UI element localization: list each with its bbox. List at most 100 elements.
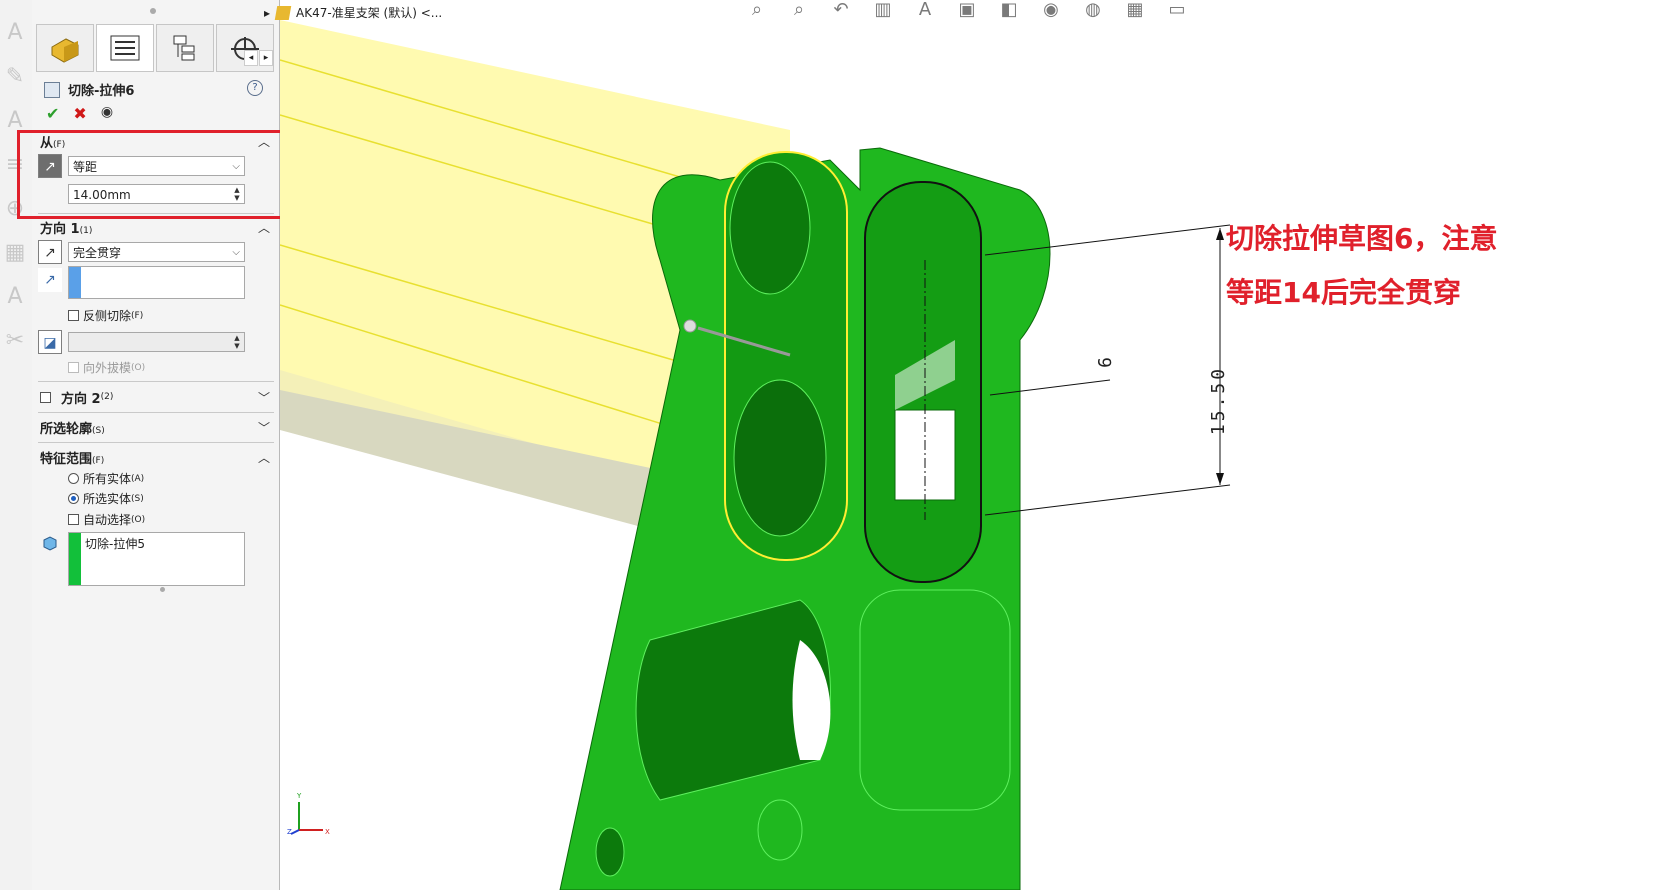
display-settings-icon[interactable]: ▭ [1160, 0, 1194, 22]
checkbox-box[interactable] [40, 391, 51, 403]
dimension-vertical[interactable]: 15.50 [1208, 366, 1229, 435]
cancel-icon[interactable]: ✖ [73, 104, 86, 123]
annotation-line-2: 等距14后完全贯穿 [1226, 276, 1461, 309]
tab-configuration-manager[interactable] [156, 24, 214, 72]
action-buttons: ✔ ✖ ◉ [46, 104, 113, 123]
bodies-selection-box[interactable]: 切除-拉伸5 [68, 532, 245, 586]
direction-selection-box[interactable] [68, 266, 245, 299]
group-direction1-header[interactable]: 方向 1(1) ︿ [40, 217, 270, 237]
cut-extrude-icon [44, 81, 60, 98]
triad-x-label: X [325, 828, 330, 836]
checkbox-box[interactable] [68, 310, 79, 321]
chevron-up-icon[interactable]: ︿ [258, 219, 270, 236]
draft-angle-input: ▲ ▼ [68, 332, 245, 352]
group-contours-header[interactable]: 所选轮廓(S) ﹀ [40, 417, 270, 437]
selection-color-bar [69, 267, 81, 298]
sketch-text-icon[interactable]: ✎ [0, 64, 30, 100]
group-direction2-header[interactable]: 方向 2 (2) ﹀ [40, 387, 270, 407]
flip-side-shortcut: (F) [131, 310, 144, 321]
end-condition-value: 完全贯穿 [73, 246, 122, 260]
auto-select-shortcut: (O) [131, 514, 146, 525]
all-bodies-shortcut: (A) [131, 473, 145, 484]
divider [38, 381, 274, 382]
flip-side-label: 反侧切除 [83, 309, 132, 323]
selected-bodies-radio[interactable]: 所选实体 (S) [68, 490, 144, 507]
chevron-down-icon[interactable]: ﹀ [258, 389, 270, 406]
feature-name: 切除-拉伸6 [68, 84, 135, 99]
model-view[interactable] [280, 0, 1660, 890]
section-view-icon[interactable]: ▥ [866, 0, 900, 22]
preview-eye-icon[interactable]: ◉ [101, 104, 113, 123]
body-list-item[interactable]: 切除-拉伸5 [85, 535, 145, 552]
chevron-up-icon[interactable]: ︿ [258, 449, 270, 466]
checkbox-box[interactable] [68, 514, 79, 525]
panel-grip[interactable] [150, 8, 156, 14]
tab-scroll-right[interactable]: ▸ [259, 50, 273, 66]
property-list-icon [110, 35, 140, 61]
view-toolbar: ⌕ ⌕ ↶ ▥ A ▣ ◧ ◉ ◍ ▦ ▭ [740, 0, 1194, 22]
draft-outward-checkbox: 向外拔模 (O) [68, 359, 145, 376]
chevron-down-icon: ⌵ [232, 247, 240, 258]
all-bodies-radio[interactable]: 所有实体 (A) [68, 470, 144, 487]
spin-arrows-icon: ▲ ▼ [234, 334, 240, 350]
reverse-direction-icon[interactable]: ↗ [38, 240, 62, 264]
highlight-box [17, 130, 283, 219]
tab-property-manager[interactable] [96, 24, 154, 72]
direction2-checkbox[interactable] [40, 391, 55, 403]
tab-feature-manager[interactable] [36, 24, 94, 72]
group-direction2-label: 方向 2 [61, 391, 101, 407]
feature-title: 切除-拉伸6 [44, 80, 134, 99]
selected-bodies-label: 所选实体 [83, 492, 132, 506]
annotation-note: 切除拉伸草图6，注意 等距14后完全贯穿 [1226, 212, 1497, 320]
appearance-icon[interactable]: ◍ [1076, 0, 1110, 22]
group-scope-label: 特征范围 [40, 451, 93, 467]
triad-y-label: Y [296, 792, 302, 800]
help-icon[interactable]: ? [247, 80, 263, 96]
draft-icon[interactable]: ◪ [38, 330, 62, 354]
expand-arrow-icon[interactable]: ▸ [264, 6, 270, 20]
document-tree-root[interactable]: ▸ AK47-准星支架 (默认) <... [264, 4, 442, 21]
draft-outward-shortcut: (O) [131, 362, 146, 373]
table-icon[interactable]: ▦ [0, 240, 30, 276]
flip-side-checkbox[interactable]: 反侧切除 (F) [68, 307, 143, 324]
ok-icon[interactable]: ✔ [46, 104, 59, 123]
checkbox-box [68, 362, 79, 373]
radio-circle[interactable] [68, 493, 79, 504]
balloon-icon[interactable]: A [0, 284, 30, 320]
divider [38, 442, 274, 443]
tab-scroll-left[interactable]: ◂ [244, 50, 258, 66]
view-orientation-icon[interactable]: ▣ [950, 0, 984, 22]
scene-icon[interactable]: ▦ [1118, 0, 1152, 22]
selection-color-bar [69, 533, 81, 585]
configuration-icon [173, 35, 195, 61]
hide-show-icon[interactable]: ◉ [1034, 0, 1068, 22]
zoom-to-fit-icon[interactable]: ⌕ [740, 0, 774, 22]
auto-select-checkbox[interactable]: 自动选择 (O) [68, 511, 145, 528]
dynamic-annotation-icon[interactable]: A [908, 0, 942, 22]
graphics-area[interactable] [280, 0, 1660, 890]
manager-tabs [36, 24, 276, 72]
coordinate-triad: Y X Z [287, 790, 337, 840]
radio-circle[interactable] [68, 473, 79, 484]
dimension-offset[interactable]: 6 [1095, 357, 1116, 368]
group-contours-label: 所选轮廓 [40, 421, 93, 437]
tab-scroll: ◂ ▸ [243, 50, 273, 66]
display-style-icon[interactable]: ◧ [992, 0, 1026, 22]
selected-bodies-shortcut: (S) [131, 493, 144, 504]
end-condition-select[interactable]: 完全贯穿 ⌵ [68, 242, 245, 262]
resize-grip[interactable] [160, 587, 165, 592]
previous-view-icon[interactable]: ↶ [824, 0, 858, 22]
all-bodies-label: 所有实体 [83, 472, 132, 486]
chevron-down-icon[interactable]: ﹀ [258, 419, 270, 436]
text-icon[interactable]: A [0, 20, 30, 56]
group-scope-header[interactable]: 特征范围(F) ︿ [40, 447, 270, 467]
solid-body-icon [42, 535, 58, 551]
part-tree-icon [51, 38, 79, 63]
auto-select-label: 自动选择 [83, 513, 132, 527]
annotation-line-1: 切除拉伸草图6，注意 [1226, 222, 1498, 255]
zoom-area-icon[interactable]: ⌕ [782, 0, 816, 22]
draft-outward-label: 向外拔模 [83, 361, 132, 375]
weld-icon[interactable]: ✂ [0, 328, 30, 364]
part-icon [274, 5, 292, 20]
divider [38, 412, 274, 413]
